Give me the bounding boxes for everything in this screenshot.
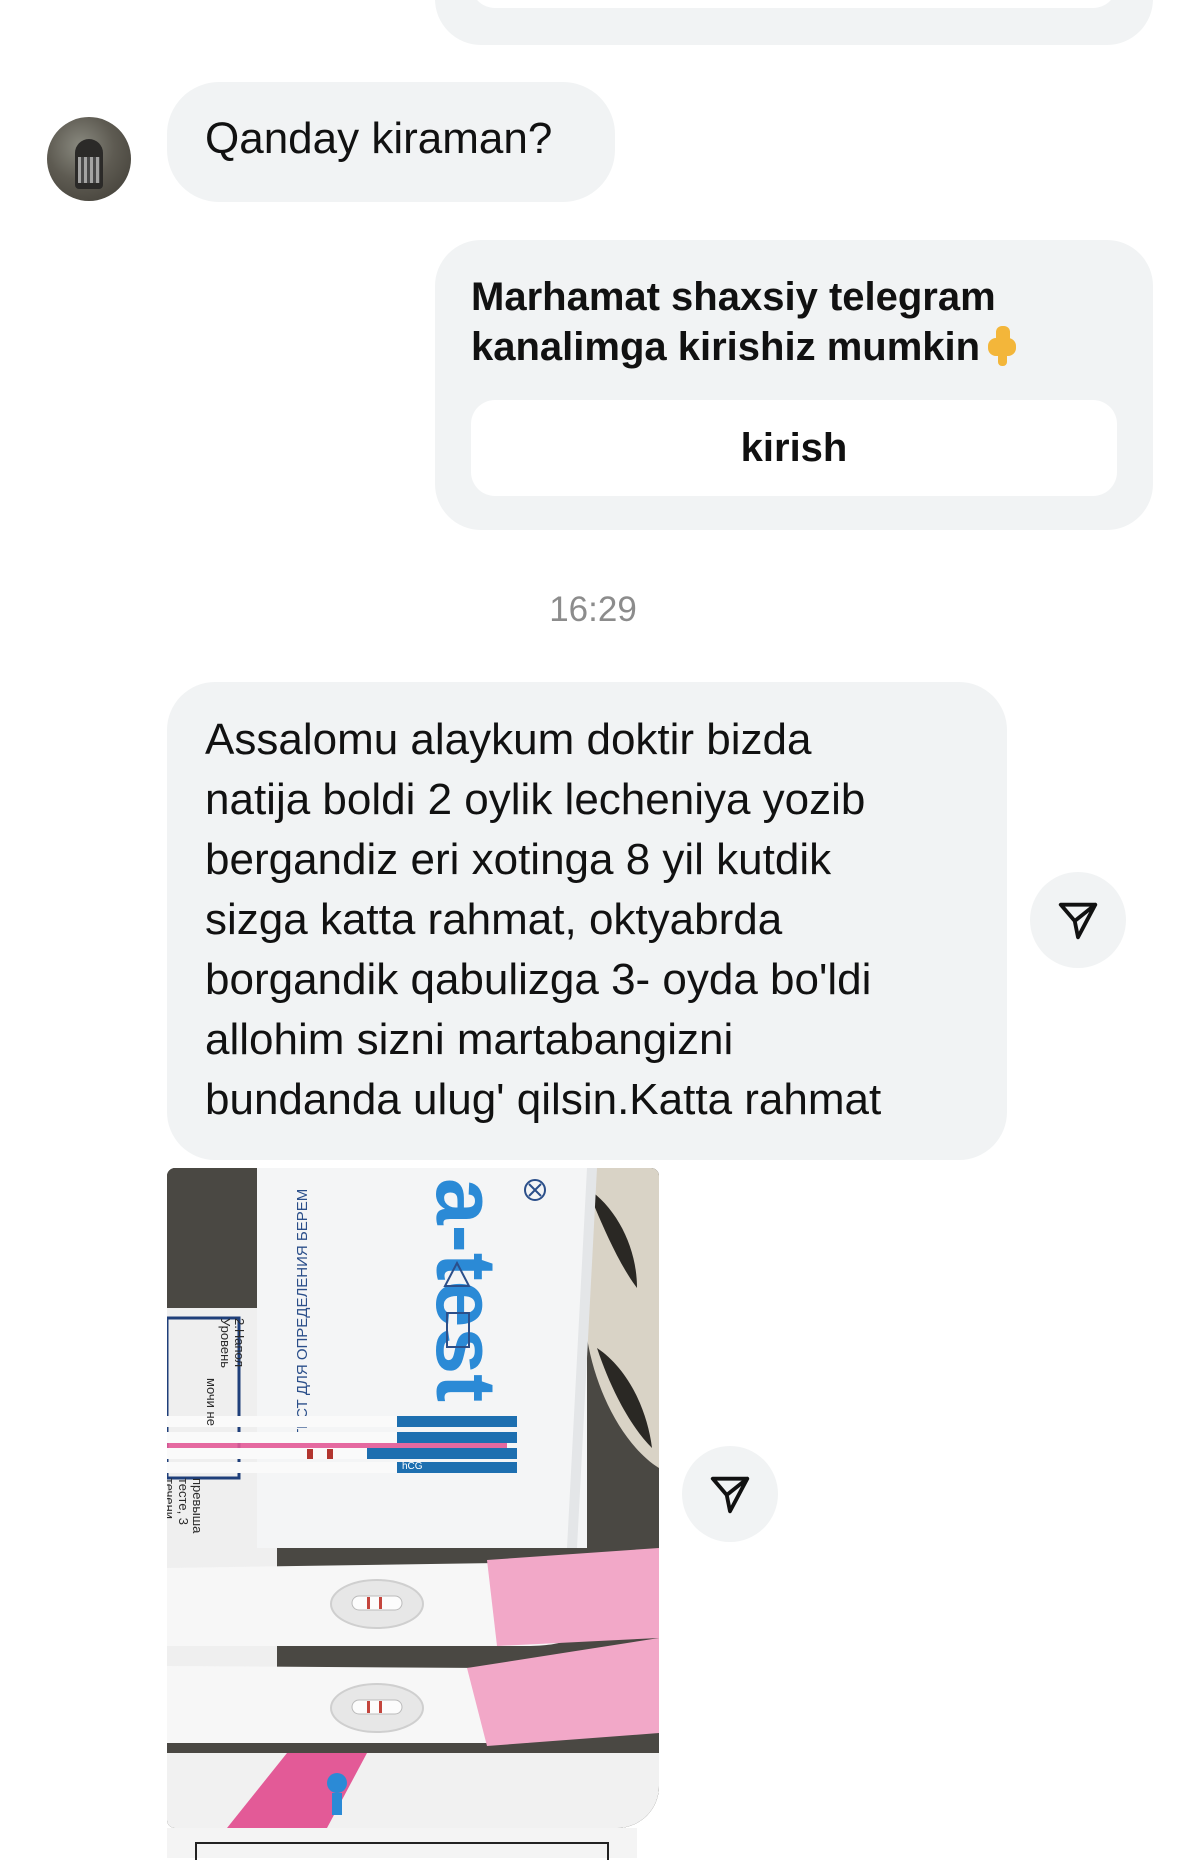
package-caption-text: ТЕСТ ДЛЯ ОПРЕДЕЛЕНИЯ БЕРЕМ [294,1189,311,1438]
leaflet-text-line: течени [167,1478,177,1519]
message-line: Assalomu alaykum doktir bizda [205,715,812,764]
leaflet-text-line: Уровень [218,1318,233,1368]
point-down-emoji-icon [988,326,1017,366]
outgoing-message-reply: Marhamat shaxsiy telegram kanalimga kiri… [435,240,1153,530]
reply-line-1: Marhamat shaxsiy telegram [471,275,996,319]
leaflet-text-line: тесте, 3 [176,1478,191,1525]
leaflet-text-line: мочи не [204,1378,219,1426]
strip-label-text: hCG [402,1461,423,1472]
previous-message-bubble [435,0,1153,45]
kirish-link-button[interactable]: kirish [471,400,1117,496]
next-attachment-preview[interactable] [167,1828,637,1860]
incoming-message-long: Assalomu alaykum doktir bizda natija bol… [167,682,1007,1160]
incoming-message-question: Qanday kiraman? [167,82,615,202]
reply-line-2: kanalimga kirishiz mumkin [471,325,981,369]
package-brand-text: a-test [419,1178,513,1402]
share-icon [710,1476,750,1514]
message-line: sizga katta rahmat, oktyabrda [205,895,783,944]
previous-message-button[interactable] [471,0,1117,8]
reply-text: Marhamat shaxsiy telegram kanalimga kiri… [471,272,1123,372]
message-line: bundanda ulug' qilsin.Katta rahmat [205,1075,882,1124]
message-timestamp: 16:29 [549,590,637,629]
share-message-button[interactable] [1030,872,1126,968]
share-icon [1058,902,1098,940]
leaflet-text-line: 2.Напол [232,1318,247,1367]
message-line: natija boldi 2 oylik lecheniya yozib [205,775,866,824]
message-line: allohim sizni martabangizni [205,1015,734,1064]
leaflet-text-line: превыша [190,1478,205,1534]
photo-attachment[interactable]: a-test ТЕСТ ДЛЯ ОПРЕДЕЛЕНИЯ БЕРЕМ hCG 2.… [167,1168,659,1828]
message-line: bergandiz eri xotinga 8 yil kutdik [205,835,832,884]
message-text: Qanday kiraman? [205,114,553,163]
message-line: borgandik qabulizga 3- oyda bo'ldi [205,955,872,1004]
avatar-icon[interactable] [47,117,131,201]
share-photo-button[interactable] [682,1446,778,1542]
